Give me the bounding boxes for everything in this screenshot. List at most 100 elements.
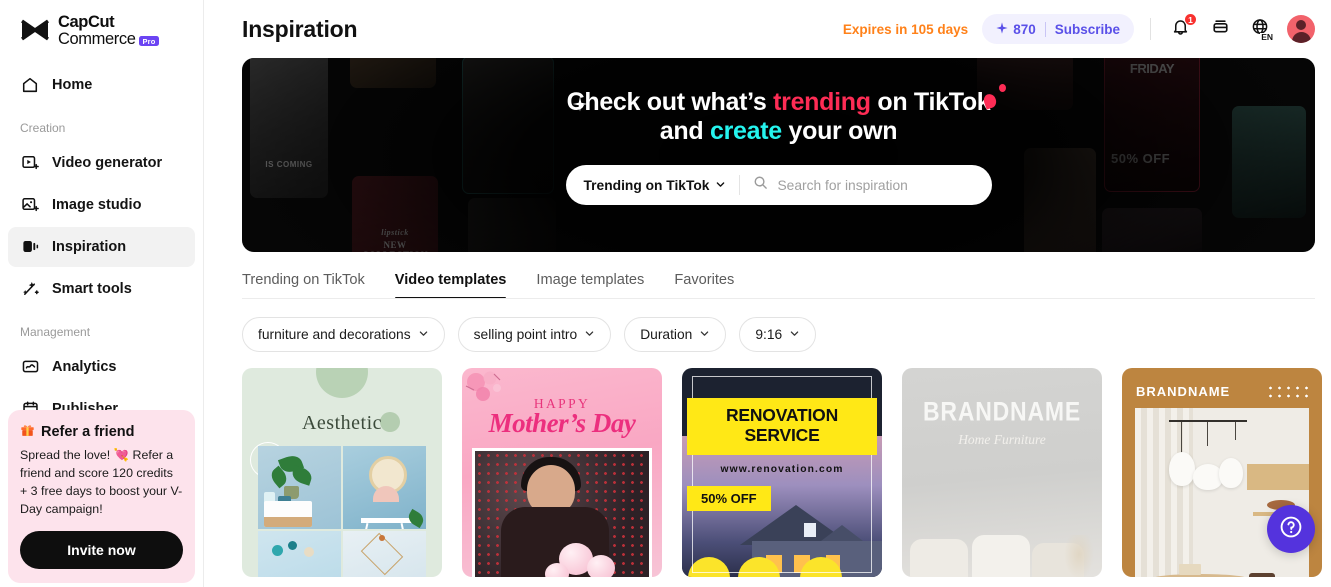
filter-duration[interactable]: Duration [624,317,727,352]
template-card-aesthetic[interactable]: Aesthetic [242,368,442,577]
tab-video-templates[interactable]: Video templates [394,272,506,299]
sidebar-item-label: Video generator [52,154,163,171]
tab-favorites[interactable]: Favorites [674,272,734,299]
hero-headline: Check out what’s trending on TikTok and … [567,88,991,146]
template-grid: Aesthetic HAPPY Mother’s Day RENOVATION … [204,368,1331,577]
sidebar-group-management: Management [20,324,91,339]
filter-label: Duration [640,327,693,342]
image-studio-icon [20,195,40,215]
filter-label: selling point intro [473,327,578,342]
card-brand: BRANDNAME [1136,384,1231,399]
header-divider [1150,18,1151,40]
card-brand: BRANDNAME [923,395,1081,427]
notification-badge: 1 [1184,13,1197,26]
search-input-wrap [740,175,991,195]
refer-title-text: Refer a friend [41,423,135,440]
hero-headline-create: create [709,117,782,145]
logo-line-2: Commerce [58,30,136,49]
capcut-logo-icon [20,18,50,44]
notifications-button[interactable]: 1 [1167,13,1197,42]
sidebar-item-inspiration[interactable]: Inspiration [8,226,195,267]
card-subtitle: Home Furniture [958,432,1046,447]
expiry-status: Expires in 105 days [842,21,969,37]
smart-tools-icon [20,279,40,299]
refer-title: Refer a friend [20,422,183,441]
language-label: EN [1260,31,1274,42]
photo-mirror [343,446,426,529]
main-content: Inspiration Expires in 105 days 870 Subs… [204,0,1331,587]
pill-divider [1044,21,1046,37]
chevron-down-icon [418,327,429,342]
sparkle-icon [572,96,588,117]
hero-banner: IS COMING lipstick NEW COLLECTION FRIDAY… [242,58,1315,252]
inspiration-search-bar: Trending on TikTok [565,165,992,205]
tab-trending-on-tiktok[interactable]: Trending on TikTok [242,272,365,299]
template-card-mothers-day[interactable]: HAPPY Mother’s Day [462,368,662,577]
logo-line-1: CapCut [58,13,115,31]
avatar[interactable] [1287,15,1315,43]
template-tabs: Trending on TikTok Video templates Image… [204,272,1331,299]
sidebar-item-analytics[interactable]: Analytics [8,347,195,387]
hero-headline-line2-part1: and [659,117,710,145]
sidebar-item-label: Inspiration [52,238,127,255]
filter-label: furniture and decorations [258,327,411,342]
photo-plant [258,446,341,529]
templates-cards-button[interactable] [1207,16,1233,42]
card-photo-collage [258,446,426,577]
search-input[interactable] [777,177,978,193]
photo-frame [343,530,426,577]
sidebar-item-label: Smart tools [52,280,132,297]
chevron-down-icon [699,327,710,342]
hero-content: Check out what’s trending on TikTok and … [242,58,1315,252]
chevron-down-icon [715,178,726,193]
chevron-down-icon [789,327,800,342]
gift-icon [20,422,35,441]
refer-body-text: Spread the love! 💘 Refer a friend and sc… [20,448,183,517]
sidebar-item-label: Analytics [52,358,117,375]
sidebar-item-video-generator[interactable]: Video generator [8,143,195,183]
hero-headline-part2: on TikTok [870,88,991,116]
help-button[interactable] [1267,505,1315,553]
help-circle-icon [1278,514,1304,545]
pro-badge: Pro [139,36,159,47]
sidebar-item-smart-tools[interactable]: Smart tools [8,269,195,309]
decor-pampas [1062,535,1096,577]
filter-label: 9:16 [755,327,783,342]
brand-logo[interactable]: CapCut Commerce Pro [8,0,195,59]
decor-pillow [972,535,1030,577]
language-button[interactable]: EN [1247,16,1274,42]
sidebar-item-label: Home [52,76,93,93]
template-card-brandname-furniture[interactable]: BRANDNAME Home Furniture [902,368,1102,577]
refer-a-friend-card: Refer a friend Spread the love! 💘 Refer … [8,410,195,583]
sidebar-item-home[interactable]: Home [8,65,195,105]
home-icon [20,75,40,95]
sidebar-item-label: Image studio [52,196,142,213]
filter-bar: furniture and decorations selling point … [204,317,1331,352]
credit-balance: 870 [996,22,1036,37]
search-source-select[interactable]: Trending on TikTok [566,178,740,193]
app-root: CapCut Commerce Pro Home Creation Video … [0,0,1331,587]
sidebar-group-creation: Creation [20,120,66,135]
card-photo [472,448,652,577]
invite-now-button[interactable]: Invite now [20,531,183,569]
tab-image-templates[interactable]: Image templates [536,272,644,299]
filter-aspect-ratio[interactable]: 9:16 [739,317,817,352]
template-card-renovation[interactable]: RENOVATION SERVICE www.renovation.com 50… [682,368,882,577]
filter-category[interactable]: furniture and decorations [242,317,445,352]
chevron-down-icon [584,327,595,342]
credits-subscribe-pill[interactable]: 870 Subscribe [982,14,1134,44]
card-discount-badge: 50% OFF [687,486,771,511]
hero-headline-part1: Check out what’s [566,88,774,116]
page-title: Inspiration [242,15,358,42]
filter-selling-point[interactable]: selling point intro [457,317,612,352]
search-source-label: Trending on TikTok [583,177,710,193]
sidebar: CapCut Commerce Pro Home Creation Video … [0,0,204,587]
top-bar-actions: Expires in 105 days 870 Subscribe 1 EN [842,13,1315,44]
subscribe-link[interactable]: Subscribe [1055,22,1120,37]
inspiration-icon [20,237,40,257]
search-icon [753,175,768,195]
sidebar-item-image-studio[interactable]: Image studio [8,185,195,225]
tiktok-drop-small-icon [999,84,1006,92]
photo-accessories [258,530,341,577]
sparkle-icon [996,21,1008,37]
